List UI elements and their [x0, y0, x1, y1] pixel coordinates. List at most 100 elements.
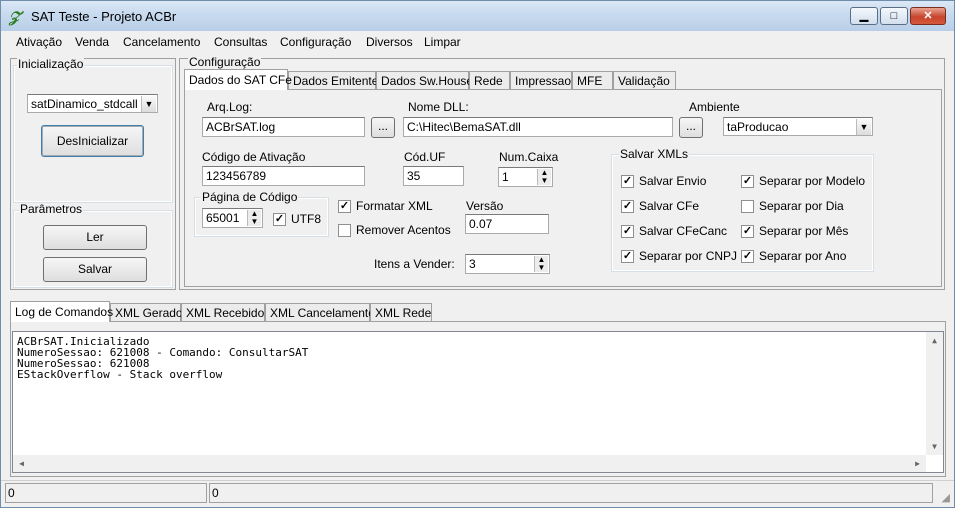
formatar-xml-label: Formatar XML — [356, 199, 433, 213]
menu-cancelamento[interactable]: Cancelamento — [123, 35, 200, 49]
pagina-codigo-spinner[interactable]: 65001 ▲ ▼ — [202, 208, 263, 228]
menu-bar: Ativação Venda Cancelamento Consultas Co… — [1, 32, 954, 52]
separar-mes-checkbox[interactable]: ✓ Separar por Mês — [741, 224, 866, 239]
vertical-scrollbar[interactable]: ▲ ▼ — [926, 332, 943, 455]
window-title: SAT Teste - Projeto ACBr — [31, 9, 177, 24]
desinicializar-button[interactable]: DesInicializar — [41, 125, 144, 157]
nome-dll-value: C:\Hitec\BemaSAT.dll — [407, 120, 521, 134]
separar-cnpj-checkbox[interactable]: ✓ Separar por CNPJ — [621, 249, 737, 264]
cod-uf-input[interactable]: 35 — [403, 166, 464, 186]
unchecked-box-icon — [338, 224, 351, 237]
configuracao-label: Configuração — [188, 55, 262, 69]
spin-down-icon[interactable]: ▼ — [535, 264, 548, 272]
horizontal-scrollbar[interactable]: ◀ ▶ — [13, 455, 926, 472]
menu-venda[interactable]: Venda — [75, 35, 109, 49]
scroll-left-icon[interactable]: ◀ — [13, 455, 30, 472]
title-bar[interactable]: 𝒵 SAT Teste - Projeto ACBr ▁ □ ✕ — [1, 1, 954, 31]
status-bar: 0 0 ◢ — [1, 480, 954, 507]
tab-validacao[interactable]: Validação — [613, 71, 676, 89]
model-select[interactable]: satDinamico_stdcall ▼ — [27, 94, 158, 113]
log-memo[interactable]: ACBrSAT.Inicializado NumeroSessao: 62100… — [12, 331, 944, 473]
num-caixa-spinner[interactable]: 1 ▲ ▼ — [498, 167, 553, 187]
browse-label: ... — [377, 119, 388, 133]
menu-diversos[interactable]: Diversos — [366, 35, 413, 49]
tab-dados-swhouse[interactable]: Dados Sw.House — [376, 71, 473, 89]
menu-limpar[interactable]: Limpar — [424, 35, 461, 49]
salvar-cfecanc-checkbox[interactable]: ✓ Salvar CFeCanc — [621, 224, 731, 239]
formatar-xml-checkbox[interactable]: ✓ Formatar XML — [338, 199, 448, 214]
tab-xml-recebido[interactable]: XML Recebido — [181, 303, 265, 321]
log-tabs: Log de Comandos XML Gerado XML Recebido … — [10, 301, 944, 322]
tab-dados-emitente[interactable]: Dados Emitente — [288, 71, 378, 89]
salvar-button[interactable]: Salvar — [43, 257, 147, 282]
resize-grip-icon[interactable]: ◢ — [942, 491, 950, 504]
unchecked-box-icon — [741, 200, 754, 213]
spin-down-icon[interactable]: ▼ — [248, 218, 261, 226]
maximize-button[interactable]: □ — [880, 7, 908, 25]
pagina-codigo-spin[interactable]: ▲ ▼ — [247, 210, 261, 226]
num-caixa-value: 1 — [502, 170, 509, 184]
tab-log-comandos[interactable]: Log de Comandos — [10, 301, 113, 322]
ler-button[interactable]: Ler — [43, 225, 147, 250]
tab-rede[interactable]: Rede — [469, 71, 510, 89]
salvar-cfecanc-label: Salvar CFeCanc — [639, 224, 728, 238]
tab-mfe[interactable]: MFE — [572, 71, 613, 89]
arq-log-input[interactable]: ACBrSAT.log — [202, 117, 365, 137]
versao-value: 0.07 — [469, 217, 493, 231]
check-icon: ✓ — [741, 225, 754, 238]
model-select-value: satDinamico_stdcall — [31, 97, 138, 111]
check-icon: ✓ — [273, 213, 286, 226]
app-icon: 𝒵 — [9, 8, 21, 26]
config-panel: Configuração Dados do SAT CFe Dados Emit… — [179, 55, 945, 290]
remover-acentos-checkbox[interactable]: Remover Acentos — [338, 223, 451, 238]
nome-dll-input[interactable]: C:\Hitec\BemaSAT.dll — [403, 117, 673, 137]
salvar-envio-checkbox[interactable]: ✓ Salvar Envio — [621, 174, 731, 189]
codigo-ativacao-input[interactable]: 123456789 — [202, 166, 365, 186]
chevron-down-icon[interactable]: ▼ — [856, 119, 871, 135]
close-button[interactable]: ✕ — [910, 7, 946, 25]
tab-xml-cancelamento[interactable]: XML Cancelamento — [265, 303, 375, 321]
cod-uf-value: 35 — [407, 169, 421, 183]
salvar-xmls-label: Salvar XMLs — [619, 147, 690, 161]
menu-ativacao[interactable]: Ativação — [16, 35, 62, 49]
maximize-icon: □ — [890, 10, 898, 22]
scroll-up-icon[interactable]: ▲ — [926, 332, 943, 349]
ambiente-select[interactable]: taProducao ▼ — [723, 117, 873, 136]
scroll-down-icon[interactable]: ▼ — [926, 438, 943, 455]
minimize-button[interactable]: ▁ — [850, 7, 878, 25]
separar-dia-label: Separar por Dia — [759, 199, 844, 213]
separar-mes-label: Separar por Mês — [759, 224, 849, 238]
check-icon: ✓ — [621, 225, 634, 238]
chevron-down-icon[interactable]: ▼ — [141, 96, 156, 112]
salvar-cfe-checkbox[interactable]: ✓ Salvar CFe — [621, 199, 731, 214]
separar-ano-label: Separar por Ano — [759, 249, 847, 263]
itens-vender-spinner[interactable]: 3 ▲ ▼ — [465, 254, 550, 274]
tab-impressao[interactable]: Impressao — [510, 71, 572, 89]
utf8-checkbox[interactable]: ✓ UTF8 — [273, 212, 333, 227]
tab-dados-sat[interactable]: Dados do SAT CFe — [184, 69, 292, 90]
salvar-cfe-label: Salvar CFe — [639, 199, 700, 213]
log-line: NumeroSessao: 621008 - Comando: Consulta… — [17, 346, 309, 359]
salvar-label: Salvar — [77, 262, 112, 276]
left-panel: Inicialização satDinamico_stdcall ▼ DesI… — [10, 58, 176, 290]
num-caixa-spin[interactable]: ▲ ▼ — [537, 169, 551, 185]
separar-dia-checkbox[interactable]: Separar por Dia — [741, 199, 866, 214]
separar-ano-checkbox[interactable]: ✓ Separar por Ano — [741, 249, 866, 264]
scroll-right-icon[interactable]: ▶ — [909, 455, 926, 472]
spin-down-icon[interactable]: ▼ — [538, 177, 551, 185]
pagina-codigo-label: Página de Código — [201, 190, 299, 204]
codigo-ativacao-label: Código de Ativação — [202, 150, 306, 164]
arq-log-browse-button[interactable]: ... — [371, 117, 395, 138]
tab-xml-gerado[interactable]: XML Gerado — [110, 303, 183, 321]
separar-modelo-checkbox[interactable]: ✓ Separar por Modelo — [741, 174, 866, 189]
utf8-label: UTF8 — [291, 212, 321, 226]
versao-input[interactable]: 0.07 — [465, 214, 549, 234]
ambiente-label: Ambiente — [689, 100, 740, 114]
menu-configuracao[interactable]: Configuração — [280, 35, 351, 49]
itens-vender-spin[interactable]: ▲ ▼ — [534, 256, 548, 272]
menu-consultas[interactable]: Consultas — [214, 35, 267, 49]
nome-dll-browse-button[interactable]: ... — [679, 117, 703, 138]
tab-xml-rede[interactable]: XML Rede — [370, 303, 432, 321]
check-icon: ✓ — [621, 175, 634, 188]
desinicializar-label: DesInicializar — [56, 134, 129, 148]
